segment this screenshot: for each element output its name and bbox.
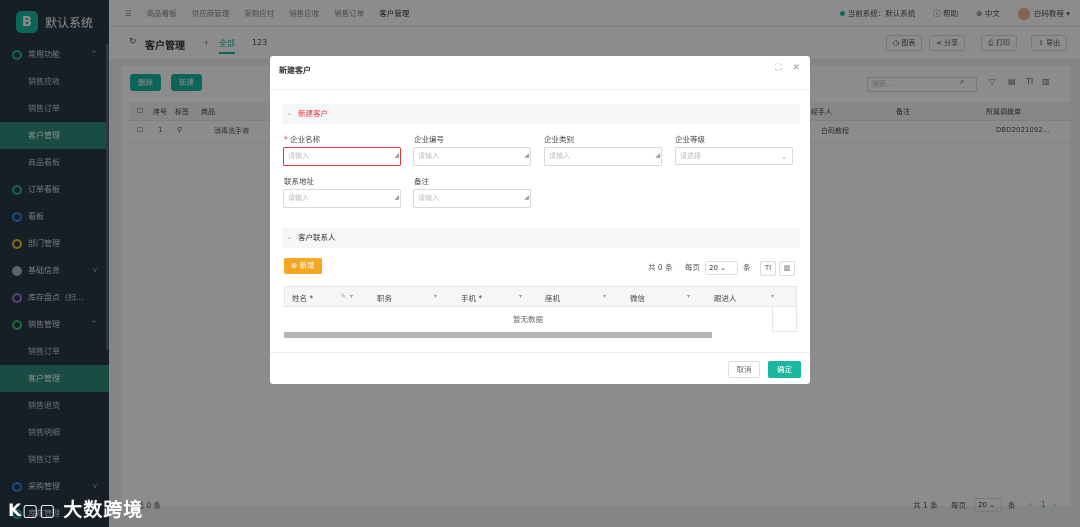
col-landline: 座机 (545, 294, 560, 303)
chevron-down-icon: ⌄ (287, 110, 293, 117)
app-root: B 默认系统 常用功能 ^ 销售应收 销售订单 客户管理 商品看板 订单看板 看板… (0, 0, 1080, 527)
address-input[interactable]: 请输入 ◢ (283, 189, 401, 208)
company-level-select[interactable]: 请选择 ⌄ (675, 147, 793, 165)
chevron-down-icon[interactable]: ▾ (687, 293, 690, 300)
company-type-input[interactable]: 请输入 ◢ (544, 147, 662, 166)
watermark-logo-icon: K▢▢ (8, 501, 64, 521)
horizontal-scrollbar[interactable] (284, 332, 712, 338)
resize-grip-icon[interactable]: ◢ (524, 147, 529, 164)
section-new-customer-label: 新建客户 (298, 109, 328, 118)
contacts-total-prefix: 共 (648, 263, 656, 272)
contacts-page-size-value: 20 (709, 264, 718, 272)
chevron-down-icon[interactable]: ▾ (519, 293, 522, 300)
add-contact-label: 新增 (299, 261, 315, 270)
contacts-page-unit: 条 (743, 263, 751, 272)
address-label: 联系地址 (284, 177, 314, 186)
company-level-placeholder: 请选择 (680, 152, 701, 160)
company-level-label: 企业等级 (675, 135, 705, 144)
chevron-down-icon[interactable]: ▾ (603, 293, 606, 300)
chevron-down-icon: ⌄ (287, 234, 293, 241)
contacts-table-header: 姓名 * ✎ ▾ 职务 ▾ 手机 * ▾ 座机 ▾ 微信 ▾ 跟进人 ▾ (284, 286, 797, 307)
resize-grip-icon[interactable]: ◢ (394, 189, 399, 206)
col-position: 职务 (377, 294, 392, 303)
company-type-label: 企业类别 (544, 135, 574, 144)
add-contact-button[interactable]: ⊕ 新增 (284, 258, 322, 274)
company-name-label-text: 企业名称 (290, 135, 321, 144)
sort-icon[interactable]: ✎ (341, 293, 346, 300)
close-icon[interactable]: ✕ (792, 63, 800, 73)
watermark-text: 大数跨境 (63, 499, 144, 521)
dialog-footer-divider (270, 352, 810, 353)
contacts-total-suffix: 条 (665, 263, 673, 272)
chevron-down-icon: ⌄ (720, 264, 727, 272)
resize-grip-icon[interactable]: ◢ (655, 147, 660, 164)
chevron-down-icon[interactable]: ▾ (350, 293, 353, 300)
col-wechat: 微信 (630, 294, 645, 303)
col-name: 姓名 * (292, 294, 314, 303)
contacts-total-count: 0 (657, 263, 663, 272)
dialog-controls: ⛶ ✕ (767, 63, 800, 73)
chevron-down-icon: ⌄ (781, 153, 787, 161)
dialog-title-divider (270, 89, 810, 90)
company-name-placeholder: 请输入 (288, 152, 309, 160)
resize-grip-icon[interactable]: ◢ (394, 147, 399, 164)
company-type-placeholder: 请输入 (549, 152, 570, 160)
company-code-placeholder: 请输入 (418, 152, 439, 160)
empty-state: 暂无数据 (513, 315, 543, 324)
bar-chart-icon[interactable]: ▥ (779, 261, 795, 276)
plus-circle-icon: ⊕ (291, 261, 300, 270)
remark-input[interactable]: 请输入 ◢ (413, 189, 531, 208)
col-mobile: 手机 * (461, 294, 483, 303)
chevron-down-icon[interactable]: ▾ (771, 293, 774, 300)
section-new-customer[interactable]: ⌄ 新建客户 (282, 104, 800, 124)
contacts-per-page-label: 每页 (685, 263, 700, 272)
company-name-label: * 企业名称 (284, 134, 320, 145)
company-code-input[interactable]: 请输入 ◢ (413, 147, 531, 166)
remark-placeholder: 请输入 (418, 194, 439, 202)
address-placeholder: 请输入 (288, 194, 309, 202)
new-customer-dialog: 新建客户 ⛶ ✕ ⌄ 新建客户 * 企业名称 企业编号 企业类别 企业等级 请输… (270, 56, 810, 384)
remark-label: 备注 (414, 177, 429, 186)
resize-grip-icon[interactable]: ◢ (524, 189, 529, 206)
chevron-down-icon[interactable]: ▾ (434, 293, 437, 300)
col-follower: 跟进人 (714, 294, 737, 303)
watermark: K▢▢ 大数跨境 (8, 495, 143, 522)
dialog-title: 新建客户 (279, 66, 311, 75)
contacts-total: 共 0 条 (648, 262, 673, 273)
section-contacts[interactable]: ⌄ 客户联系人 (282, 228, 800, 248)
contacts-page-size-select[interactable]: 20 ⌄ (705, 261, 738, 275)
company-code-label: 企业编号 (414, 135, 444, 144)
cancel-button[interactable]: 取消 (728, 361, 760, 378)
text-size-icon[interactable]: TI (760, 261, 776, 276)
fullscreen-icon[interactable]: ⛶ (775, 63, 781, 73)
section-contacts-label: 客户联系人 (298, 233, 336, 242)
company-name-input[interactable]: 请输入 ◢ (283, 147, 401, 166)
fixed-column-cell (772, 307, 797, 332)
confirm-button[interactable]: 确定 (768, 361, 801, 378)
